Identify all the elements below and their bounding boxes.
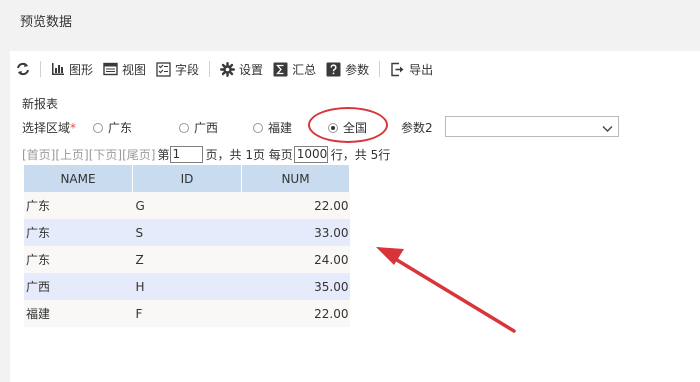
pagination-bar: [首页] [上页] [下页] [尾页] 第 1 页，共 1页 每页 1000 行… bbox=[22, 144, 390, 164]
cell-name: 广东 bbox=[24, 246, 133, 273]
parameters-button[interactable]: 参数 bbox=[326, 61, 369, 78]
table-row: 广东 Z 24.00 bbox=[24, 246, 350, 273]
annotation-ellipse bbox=[308, 107, 388, 143]
settings-button-label: 设置 bbox=[239, 62, 264, 77]
view-icon bbox=[103, 62, 118, 76]
radio-option-label: 广西 bbox=[194, 121, 219, 135]
column-header-id[interactable]: ID bbox=[132, 165, 242, 192]
cell-num: 33.00 bbox=[241, 219, 350, 246]
gear-icon bbox=[220, 61, 236, 77]
export-icon bbox=[390, 62, 405, 77]
page-number-input[interactable]: 1 bbox=[169, 145, 203, 163]
export-button[interactable]: 导出 bbox=[390, 61, 433, 78]
cell-id: F bbox=[132, 300, 242, 327]
table-row: 福建 F 22.00 bbox=[24, 300, 350, 327]
toolbar-separator bbox=[40, 61, 41, 77]
column-header-num[interactable]: NUM bbox=[241, 165, 350, 192]
chart-button[interactable]: 图形 bbox=[51, 61, 93, 78]
required-mark: * bbox=[70, 121, 77, 135]
radio-option-label: 福建 bbox=[268, 121, 293, 135]
cell-num: 22.00 bbox=[241, 300, 350, 327]
radio-option-fujian[interactable]: 福建 bbox=[253, 119, 292, 136]
refresh-icon bbox=[16, 62, 30, 76]
radio-button[interactable] bbox=[179, 122, 189, 133]
table-header-row: NAME ID NUM bbox=[24, 165, 350, 192]
settings-button[interactable]: 设置 bbox=[220, 61, 263, 78]
filter-row: 选择区域* 广东 广西 福建 全国 参数2 bbox=[22, 107, 692, 143]
view-button[interactable]: 视图 bbox=[103, 61, 146, 78]
rows-info-text: 行，共 5行 bbox=[330, 147, 391, 162]
page-prefix-text: 第 bbox=[157, 147, 170, 162]
rows-per-page-input[interactable]: 1000 bbox=[293, 145, 328, 163]
page-info-text: 页，共 1页 每页 bbox=[205, 147, 293, 162]
cell-id: S bbox=[132, 219, 242, 246]
dialog-title: 预览数据 bbox=[20, 15, 73, 30]
data-table: NAME ID NUM 广东 G 22.00 广东 S 33.00 广东 Z 2… bbox=[24, 165, 350, 327]
cell-name: 广东 bbox=[24, 219, 133, 246]
preview-panel: 图形 视图 字段 设置 汇总 参数 导出 新报表 选择区域* 广东 广西 福建 … bbox=[10, 51, 700, 382]
cell-id: H bbox=[132, 273, 242, 300]
dialog-titlebar: 预览数据 bbox=[0, 0, 700, 40]
chevron-down-icon bbox=[602, 122, 613, 136]
param2-label: 参数2 bbox=[401, 121, 433, 135]
sigma-icon bbox=[273, 62, 288, 77]
table-row: 广东 G 22.00 bbox=[24, 192, 350, 219]
table-row: 广东 S 33.00 bbox=[24, 219, 350, 246]
radio-option-guangdong[interactable]: 广东 bbox=[93, 119, 132, 136]
cell-id: Z bbox=[132, 246, 242, 273]
toolbar-separator bbox=[379, 61, 381, 77]
last-page-link[interactable]: [尾页] bbox=[122, 146, 155, 163]
export-button-label: 导出 bbox=[409, 62, 434, 77]
radio-option-label: 广东 bbox=[108, 121, 133, 135]
cell-num: 24.00 bbox=[241, 246, 350, 273]
chart-button-label: 图形 bbox=[69, 62, 94, 77]
cell-name: 广东 bbox=[24, 192, 133, 219]
view-button-label: 视图 bbox=[122, 62, 147, 77]
toolbar: 图形 视图 字段 设置 汇总 参数 导出 bbox=[16, 59, 443, 79]
region-filter-label: 选择区域* bbox=[22, 121, 77, 135]
cell-name: 广西 bbox=[24, 273, 133, 300]
cell-num: 22.00 bbox=[241, 192, 350, 219]
parameters-button-label: 参数 bbox=[345, 62, 370, 77]
fields-button[interactable]: 字段 bbox=[156, 61, 199, 78]
report-name: 新报表 bbox=[22, 97, 59, 111]
first-page-link[interactable]: [首页] bbox=[22, 146, 55, 163]
radio-button[interactable] bbox=[93, 122, 103, 133]
bar-chart-icon bbox=[51, 62, 65, 76]
next-page-link[interactable]: [下页] bbox=[89, 146, 122, 163]
summary-button-label: 汇总 bbox=[292, 62, 317, 77]
fields-icon bbox=[156, 61, 171, 77]
radio-button[interactable] bbox=[253, 122, 263, 133]
radio-option-guangxi[interactable]: 广西 bbox=[179, 119, 218, 136]
param2-select[interactable] bbox=[445, 116, 619, 137]
fields-button-label: 字段 bbox=[175, 62, 200, 77]
column-header-name[interactable]: NAME bbox=[24, 165, 133, 192]
refresh-button[interactable] bbox=[16, 62, 30, 76]
toolbar-separator bbox=[209, 61, 211, 77]
question-icon bbox=[326, 62, 341, 77]
cell-id: G bbox=[132, 192, 242, 219]
cell-name: 福建 bbox=[24, 300, 133, 327]
table-row: 广西 H 35.00 bbox=[24, 273, 350, 300]
cell-num: 35.00 bbox=[241, 273, 350, 300]
prev-page-link[interactable]: [上页] bbox=[55, 146, 88, 163]
summary-button[interactable]: 汇总 bbox=[273, 61, 316, 78]
